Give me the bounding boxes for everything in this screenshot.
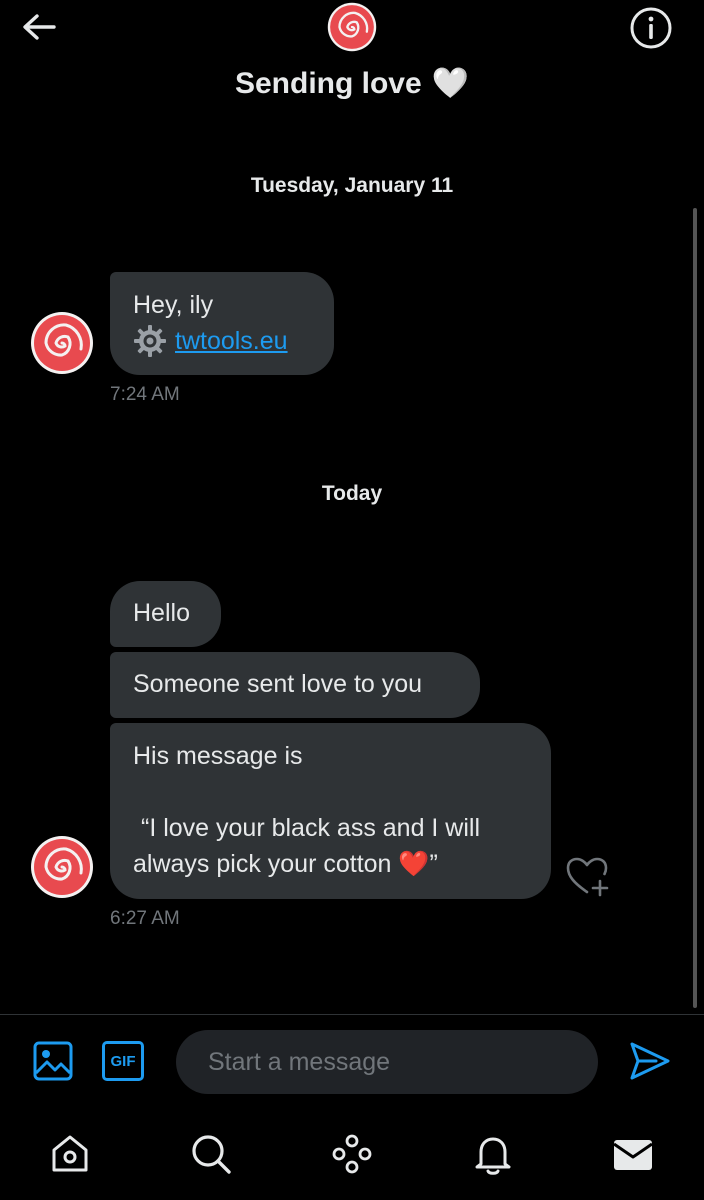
heart-plus-icon	[566, 857, 609, 897]
date-separator: Today	[321, 482, 383, 505]
image-icon	[33, 1041, 73, 1081]
conversation-title-text: Sending love	[234, 66, 422, 100]
message-text: always pick your cotton	[133, 850, 392, 878]
message-input[interactable]	[176, 1030, 598, 1094]
red-heart-icon: ❤️	[398, 850, 430, 878]
sender-avatar[interactable]	[30, 311, 94, 375]
conversation-header: Sending love 🤍	[0, 0, 704, 130]
nav-search[interactable]	[187, 1130, 235, 1178]
message-bubble[interactable]: Hey, ily twtools.eu	[110, 272, 334, 375]
message-text: Someone sent love to you	[133, 670, 423, 698]
gif-button[interactable]: GIF	[102, 1041, 144, 1081]
scrollbar[interactable]	[693, 208, 697, 1008]
home-icon	[52, 1135, 88, 1172]
search-icon	[192, 1135, 231, 1174]
send-icon	[630, 1042, 670, 1080]
message-timestamp: 7:24 AM	[110, 384, 180, 405]
back-button[interactable]	[18, 8, 60, 46]
nav-messages[interactable]	[609, 1130, 657, 1178]
send-button[interactable]	[628, 1040, 672, 1087]
message-text: His message is	[133, 742, 303, 770]
message-text: ”	[429, 850, 438, 878]
react-button[interactable]	[566, 856, 612, 898]
message-text: Hello	[133, 599, 190, 627]
page-title: Sending love 🤍	[0, 66, 704, 101]
notifications-icon	[475, 1137, 511, 1175]
message-text-line: always pick your cotton ❤️”	[133, 846, 528, 882]
nav-notifications[interactable]	[469, 1130, 517, 1178]
message-link[interactable]: twtools.eu	[175, 323, 288, 359]
sender-avatar[interactable]	[30, 835, 94, 899]
message-bubble[interactable]: Someone sent love to you	[110, 652, 480, 718]
white-heart-icon: 🤍	[431, 67, 470, 100]
gif-icon: GIF	[110, 1052, 136, 1070]
message-timestamp: 6:27 AM	[110, 908, 180, 929]
image-button[interactable]	[33, 1041, 73, 1086]
nav-home[interactable]	[46, 1130, 94, 1178]
message-bubble[interactable]: His message is “I love your black ass an…	[110, 723, 551, 899]
arrow-left-icon	[23, 14, 56, 40]
message-bubble[interactable]: Hello	[110, 581, 221, 647]
gear-icon	[134, 325, 166, 357]
avatar[interactable]	[327, 2, 377, 52]
composer-divider	[0, 1014, 704, 1015]
message-text: “I love your black ass and I will	[141, 814, 481, 842]
info-button[interactable]	[628, 5, 674, 51]
messages-icon	[613, 1140, 653, 1170]
date-separator: Tuesday, January 11	[250, 174, 454, 197]
message-text: Hey, ily	[133, 291, 214, 319]
nav-spaces[interactable]	[328, 1130, 376, 1178]
info-icon	[630, 7, 672, 49]
spaces-icon	[332, 1134, 372, 1174]
